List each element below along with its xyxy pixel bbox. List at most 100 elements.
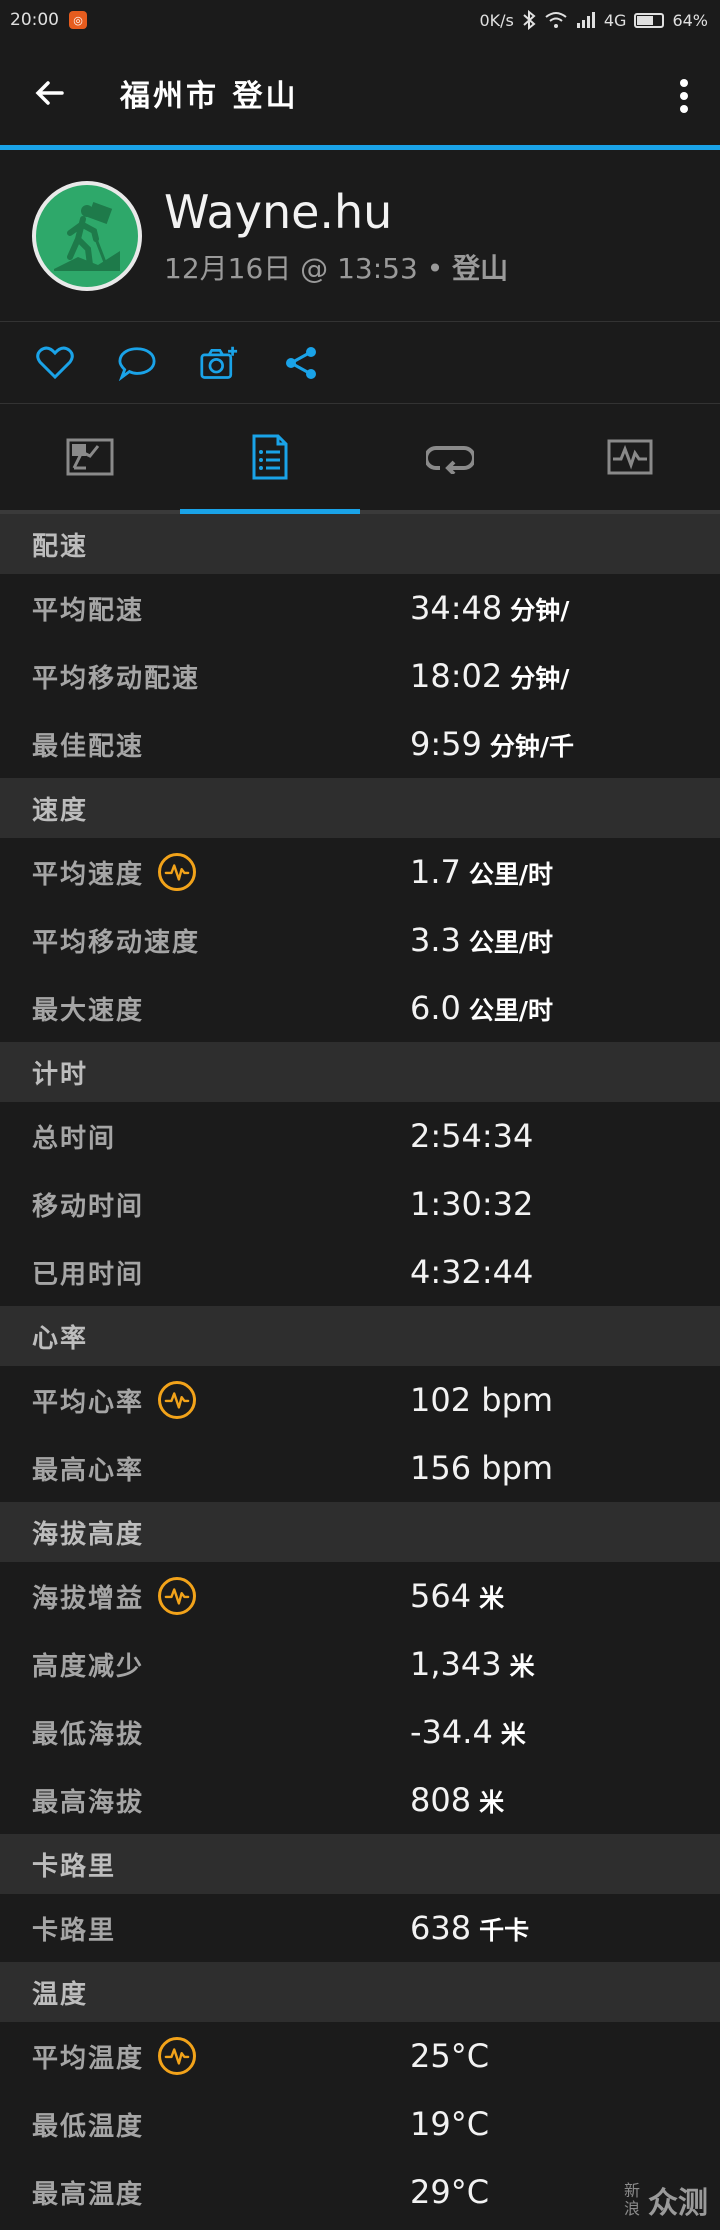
- more-vertical-icon[interactable]: [678, 78, 690, 114]
- stat-unit: 分钟/: [510, 596, 570, 625]
- stats-list: 配速 平均配速 34:48 分钟/平均移动配速 18:02 分钟/最佳配速 9:59 分钟/千…: [0, 514, 720, 2226]
- app-bar: 福州市 登山: [0, 40, 720, 150]
- network-type: 4G: [603, 10, 627, 30]
- share-button[interactable]: [282, 344, 320, 382]
- stat-value-wrap: 2:54:34: [410, 1117, 533, 1155]
- stat-label-wrap: 平均温度: [0, 2037, 410, 2075]
- stat-value-wrap: -34.4 米: [410, 1713, 526, 1751]
- stat-value: 3.3: [410, 921, 461, 959]
- performance-pulse-icon[interactable]: [158, 853, 197, 891]
- stat-label-wrap: 移动时间: [0, 1186, 410, 1223]
- stat-label: 最佳配速: [32, 731, 145, 762]
- section-header: 卡路里: [0, 1834, 720, 1894]
- section-header: 海拔高度: [0, 1502, 720, 1562]
- stat-value: 1.7: [410, 853, 461, 891]
- stat-unit: 分钟/: [510, 664, 570, 693]
- stat-value-wrap: 6.0 公里/时: [410, 989, 553, 1027]
- stat-label-wrap: 最低海拔: [0, 1714, 410, 1751]
- wifi-icon: [545, 12, 567, 28]
- stat-row: 平均心率 102 bpm: [0, 1366, 720, 1434]
- stat-row: 卡路里 638 千卡: [0, 1894, 720, 1962]
- stat-value-wrap: 1:30:32: [410, 1185, 533, 1223]
- stat-value-wrap: 808 米: [410, 1781, 504, 1819]
- stat-row: 最高海拔 808 米: [0, 1766, 720, 1834]
- tab-charts[interactable]: [540, 404, 720, 510]
- battery-percent: 64%: [672, 10, 708, 30]
- performance-pulse-icon[interactable]: [158, 1577, 197, 1615]
- performance-pulse-icon[interactable]: [158, 1381, 197, 1419]
- stat-row: 移动时间 1:30:32: [0, 1170, 720, 1238]
- activity-time: 13:53: [337, 251, 418, 285]
- stat-unit: 千卡: [479, 1916, 530, 1945]
- hiker-icon: [54, 201, 120, 271]
- stat-unit: 米: [509, 1652, 535, 1681]
- profile-info: Wayne.hu 12月16日 @ 13:53 • 登山: [164, 185, 508, 287]
- chart-icon: [607, 439, 653, 475]
- map-icon: [66, 438, 114, 476]
- section-header: 配速: [0, 514, 720, 574]
- stat-value-wrap: 25°C: [410, 2037, 489, 2075]
- net-speed: 0K/s: [479, 10, 514, 30]
- stat-unit: 公里/时: [468, 928, 554, 957]
- status-right: 0K/s 4G 64%: [479, 10, 708, 30]
- performance-pulse-icon[interactable]: [158, 2037, 197, 2075]
- tab-laps[interactable]: [360, 404, 540, 510]
- stat-value: 9:59: [410, 725, 482, 763]
- stat-value: 34:48: [410, 589, 503, 627]
- heart-icon: [36, 346, 74, 379]
- stat-label-wrap: 平均移动速度: [0, 922, 410, 959]
- stat-label-wrap: 最佳配速: [0, 726, 410, 763]
- stat-row: 平均速度 1.7 公里/时: [0, 838, 720, 906]
- stat-value: 19°C: [410, 2105, 490, 2143]
- stat-value: 156 bpm: [410, 1449, 554, 1487]
- stat-value-wrap: 9:59 分钟/千: [410, 725, 574, 763]
- stat-unit: 公里/时: [468, 996, 554, 1025]
- stat-label: 最高海拔: [32, 1787, 145, 1818]
- user-name[interactable]: Wayne.hu: [164, 185, 508, 239]
- stat-value: -34.4: [410, 1713, 493, 1751]
- stat-label: 平均移动配速: [32, 663, 201, 694]
- stat-label: 卡路里: [32, 1915, 117, 1946]
- stat-unit: 分钟/千: [489, 732, 574, 761]
- avatar[interactable]: [32, 180, 142, 291]
- signal-icon: [576, 12, 595, 28]
- stat-value-wrap: 156 bpm: [410, 1449, 553, 1487]
- section-header: 计时: [0, 1042, 720, 1102]
- stat-value: 4:32:44: [410, 1253, 534, 1291]
- camera-add-icon: [200, 346, 238, 379]
- stat-label-wrap: 最高温度: [0, 2174, 410, 2211]
- stat-label: 平均心率: [32, 1387, 145, 1418]
- status-left: 20:00 ◎: [10, 10, 87, 30]
- stat-value: 564: [410, 1577, 472, 1615]
- stat-label-wrap: 最高心率: [0, 1450, 410, 1487]
- stat-label-wrap: 平均配速: [0, 590, 410, 627]
- tab-stats[interactable]: [180, 404, 360, 514]
- tab-bar: [0, 404, 720, 514]
- stat-value: 29°C: [410, 2173, 490, 2211]
- tab-map[interactable]: [0, 404, 180, 510]
- stat-value-wrap: 3.3 公里/时: [410, 921, 553, 959]
- stat-row: 平均温度 25°C: [0, 2022, 720, 2090]
- stat-label: 最低温度: [32, 2111, 145, 2142]
- status-time: 20:00: [10, 10, 59, 30]
- stat-unit: 公里/时: [468, 860, 554, 889]
- stat-value-wrap: 18:02 分钟/: [410, 657, 569, 695]
- arrow-left-icon[interactable]: [32, 75, 68, 111]
- section-header: 速度: [0, 778, 720, 838]
- add-photo-button[interactable]: [200, 344, 238, 382]
- page-title: 福州市 登山: [120, 78, 299, 114]
- stat-label-wrap: 平均移动配速: [0, 658, 410, 695]
- stat-label: 最大速度: [32, 995, 145, 1026]
- comment-button[interactable]: [118, 344, 156, 382]
- bluetooth-icon: [523, 10, 536, 30]
- stat-unit: 米: [479, 1584, 505, 1613]
- stat-label: 最高温度: [32, 2179, 145, 2210]
- stat-label-wrap: 最大速度: [0, 990, 410, 1027]
- activity-type: 登山: [452, 251, 509, 285]
- stat-value: 25°C: [410, 2037, 490, 2075]
- activity-header: Wayne.hu 12月16日 @ 13:53 • 登山: [0, 150, 720, 322]
- like-button[interactable]: [36, 344, 74, 382]
- stat-label: 总时间: [32, 1123, 117, 1154]
- watermark: 新浪 众测: [622, 2178, 708, 2222]
- stat-label-wrap: 平均速度: [0, 853, 410, 891]
